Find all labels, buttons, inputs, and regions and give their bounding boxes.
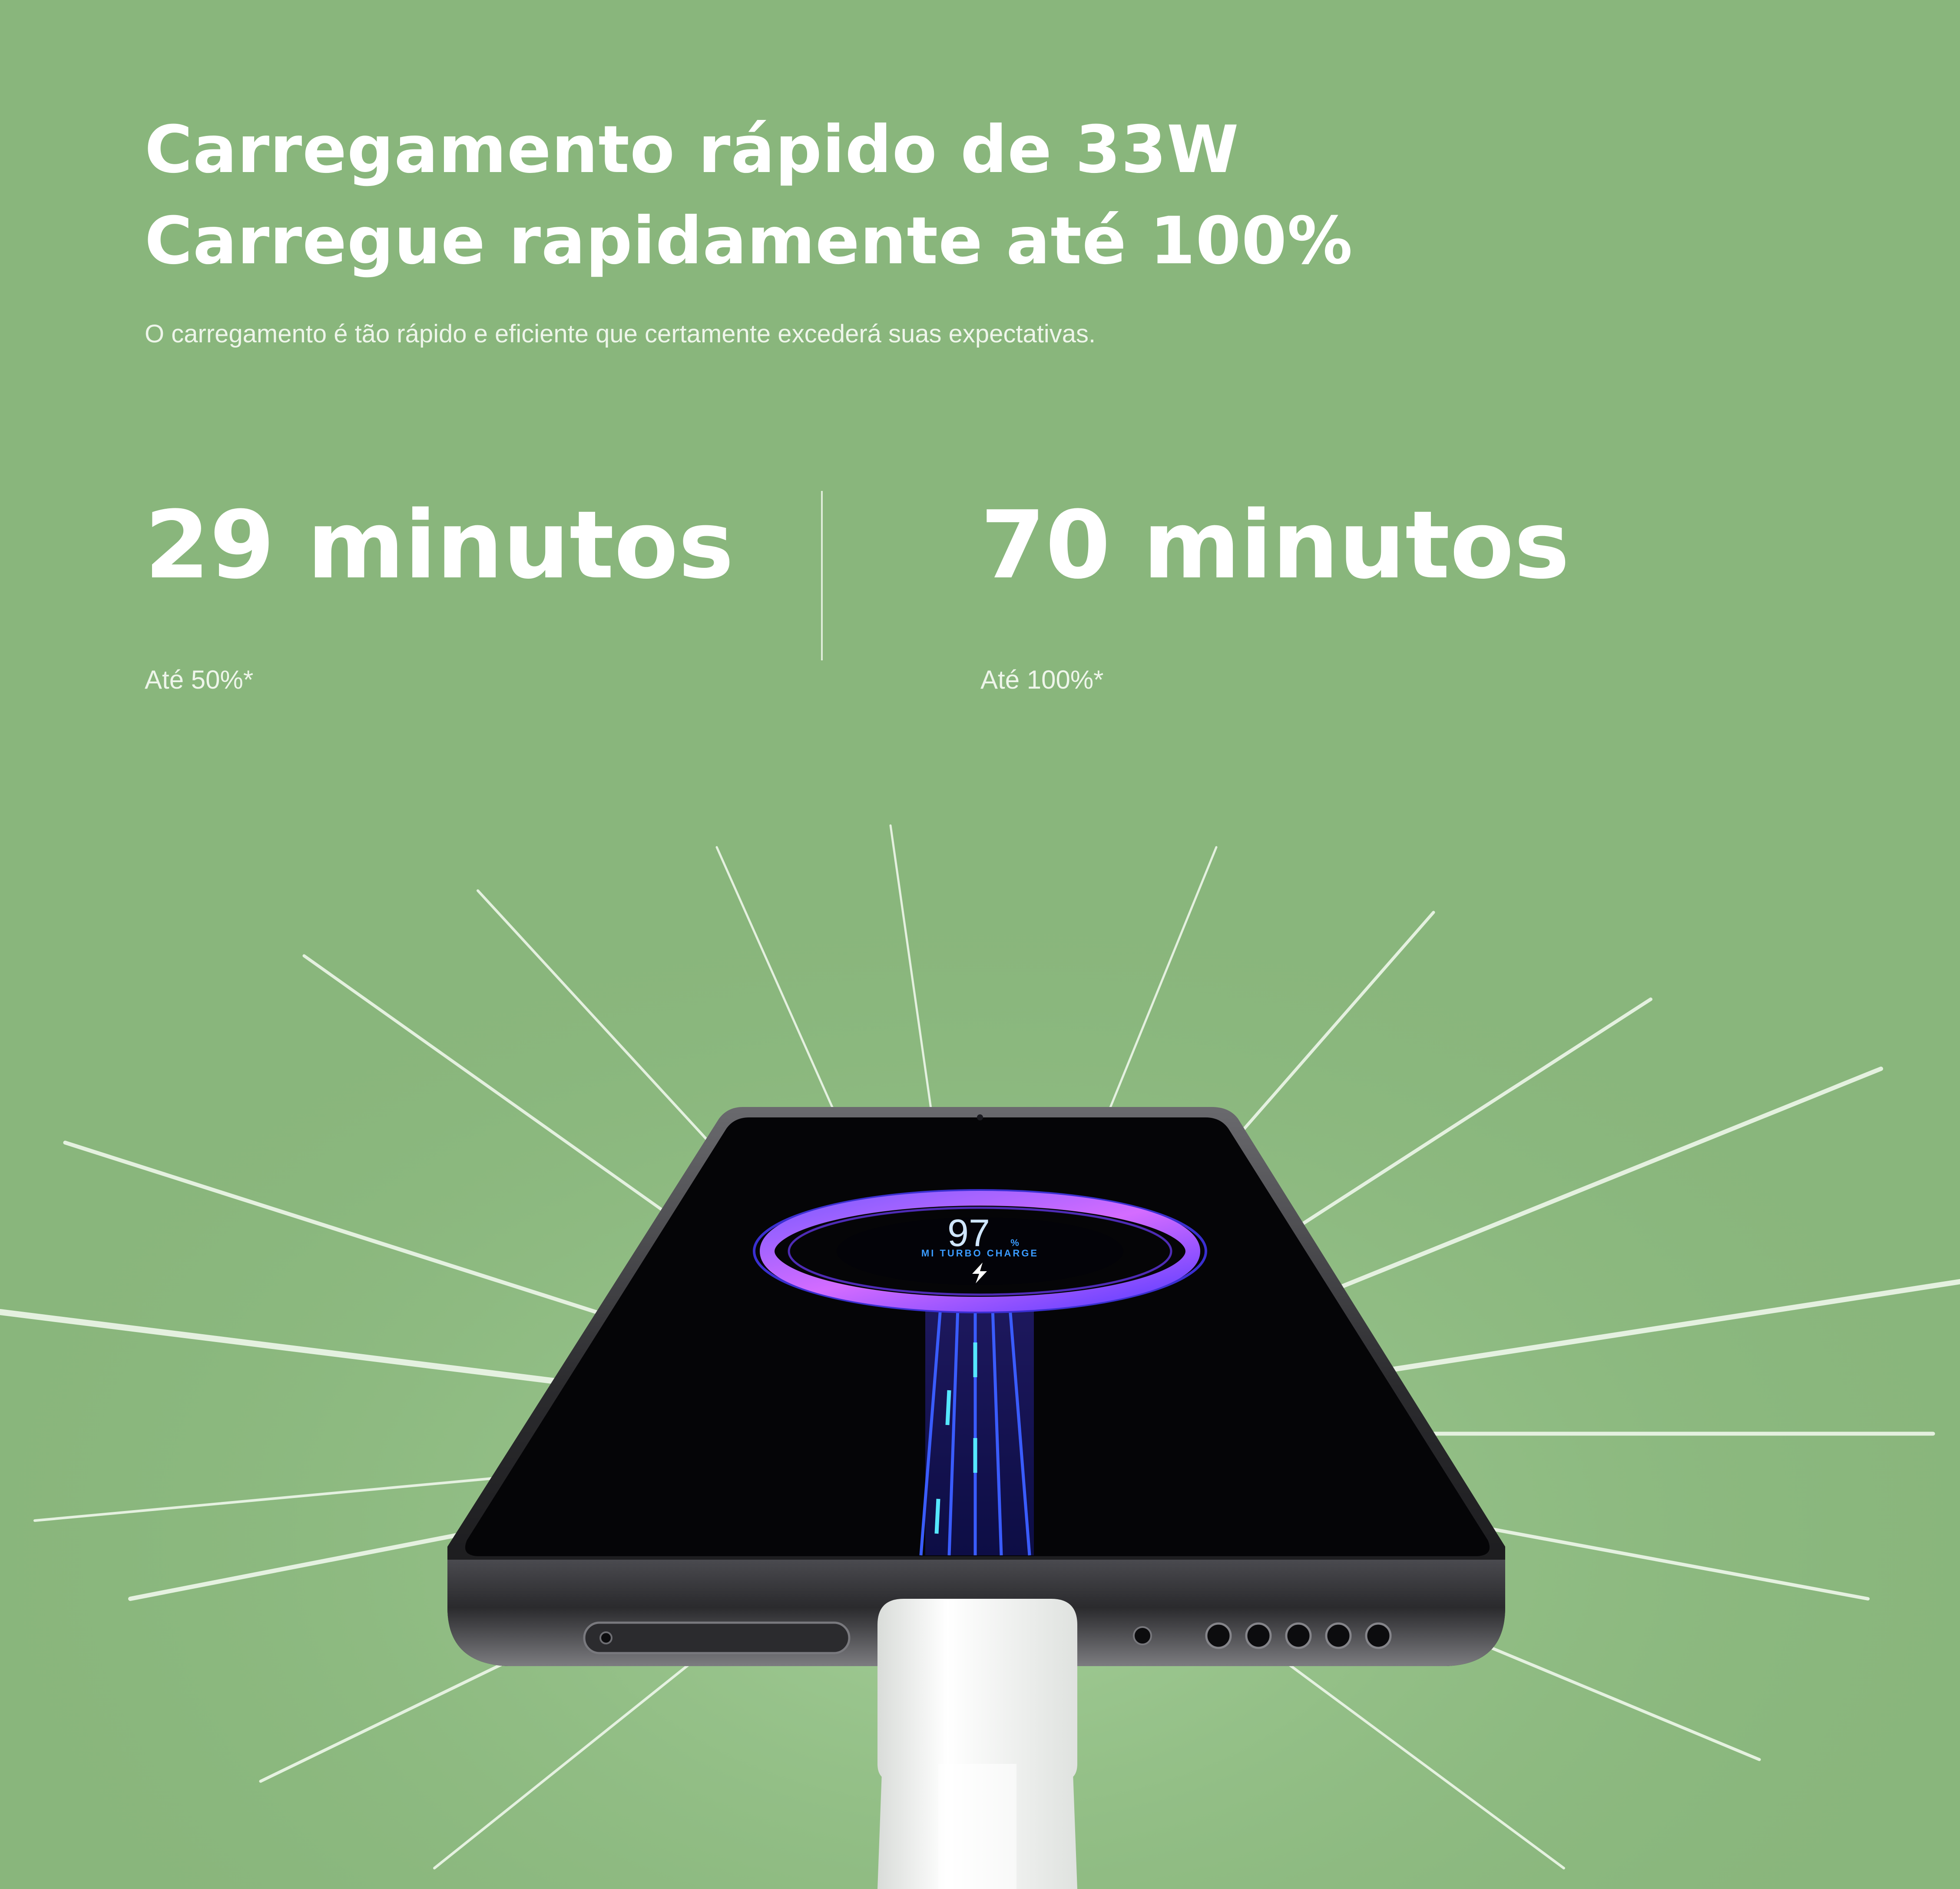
percent-sign: % xyxy=(1010,1237,1021,1248)
stat-note: Até 100%* xyxy=(980,665,1104,694)
description-text: O carregamento é tão rápido e eficiente … xyxy=(145,320,1096,348)
title-line-2: Carregue rapidamente até 100% xyxy=(145,203,1353,279)
stat-value: 70 minutos xyxy=(980,490,1570,600)
promo-page: 97 % MI TURBO CHARGE Carregamento rápido… xyxy=(0,0,1960,1889)
charge-label: MI TURBO CHARGE xyxy=(921,1248,1039,1259)
stat-value: 29 minutos xyxy=(145,490,734,600)
page-title: Carregamento rápido de 33W Carregue rapi… xyxy=(145,104,1353,287)
stat-divider xyxy=(821,491,823,660)
stat-100-percent: 70 minutos Até 100%* xyxy=(980,491,1569,695)
usb-cable xyxy=(877,1599,1077,1889)
stat-50-percent: 29 minutos Até 50%* xyxy=(145,491,734,695)
title-line-1: Carregamento rápido de 33W xyxy=(145,112,1239,188)
stat-note: Até 50%* xyxy=(145,665,254,694)
